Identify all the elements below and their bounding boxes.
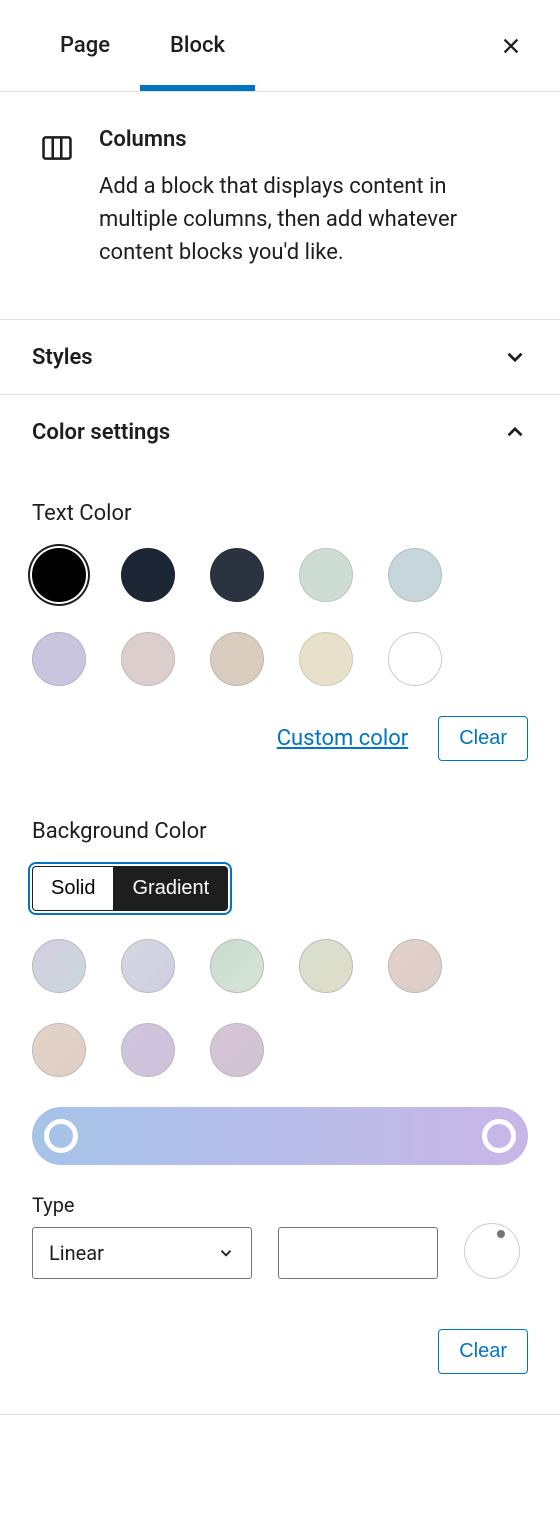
gradient-swatch[interactable] [121, 939, 175, 993]
text-color-swatch[interactable] [32, 548, 86, 602]
gradient-swatch[interactable] [121, 1023, 175, 1077]
tab-block[interactable]: Block [140, 0, 255, 91]
chevron-down-icon [217, 1244, 235, 1262]
gradient-angle-input[interactable] [278, 1227, 438, 1279]
columns-icon [40, 131, 74, 269]
block-description: Add a block that displays content in mul… [99, 170, 528, 269]
gradient-swatch[interactable] [388, 939, 442, 993]
gradient-type-value: Linear [49, 1241, 104, 1265]
gradient-stop-start[interactable] [44, 1119, 78, 1153]
background-mode-toggle: Solid Gradient [32, 866, 228, 911]
styles-panel: Styles [0, 320, 560, 395]
gradient-swatch[interactable] [210, 939, 264, 993]
styles-panel-title: Styles [32, 345, 93, 370]
text-color-label: Text Color [32, 501, 528, 526]
settings-tabs: Page Block [0, 0, 560, 92]
gradient-swatch[interactable] [210, 1023, 264, 1077]
tab-page[interactable]: Page [30, 0, 140, 91]
gradient-swatch[interactable] [299, 939, 353, 993]
block-info-panel: Columns Add a block that displays conten… [0, 92, 560, 320]
text-color-swatch[interactable] [210, 548, 264, 602]
custom-color-link[interactable]: Custom color [277, 726, 409, 751]
text-color-swatch[interactable] [210, 632, 264, 686]
gradient-stop-end[interactable] [482, 1119, 516, 1153]
text-color-swatch[interactable] [32, 632, 86, 686]
gradient-angle-control[interactable] [464, 1223, 520, 1279]
clear-background-button[interactable]: Clear [438, 1329, 528, 1374]
color-settings-title: Color settings [32, 420, 170, 445]
gradient-type-select[interactable]: Linear [32, 1227, 252, 1279]
angle-indicator-dot [497, 1230, 505, 1238]
gradient-type-label: Type [32, 1193, 252, 1217]
block-title: Columns [99, 127, 528, 152]
gradient-swatch[interactable] [32, 939, 86, 993]
text-color-swatch[interactable] [121, 632, 175, 686]
text-color-swatch[interactable] [121, 548, 175, 602]
background-gradient-swatches [32, 939, 528, 1077]
background-color-label: Background Color [32, 819, 528, 844]
text-color-swatch[interactable] [388, 548, 442, 602]
text-color-swatch[interactable] [299, 548, 353, 602]
close-button[interactable] [492, 27, 530, 65]
text-color-swatch[interactable] [388, 632, 442, 686]
gradient-swatch[interactable] [32, 1023, 86, 1077]
clear-text-color-button[interactable]: Clear [438, 716, 528, 761]
solid-toggle[interactable]: Solid [32, 866, 113, 911]
gradient-toggle[interactable]: Gradient [113, 866, 228, 911]
styles-panel-toggle[interactable]: Styles [0, 320, 560, 394]
close-icon [500, 35, 522, 57]
text-color-swatches [32, 548, 528, 686]
text-color-swatch[interactable] [299, 632, 353, 686]
gradient-bar[interactable] [32, 1107, 528, 1165]
chevron-down-icon [502, 344, 528, 370]
color-settings-panel-toggle[interactable]: Color settings [0, 395, 560, 469]
chevron-up-icon [502, 419, 528, 445]
color-settings-panel: Color settings Text Color Custom color C… [0, 395, 560, 1415]
